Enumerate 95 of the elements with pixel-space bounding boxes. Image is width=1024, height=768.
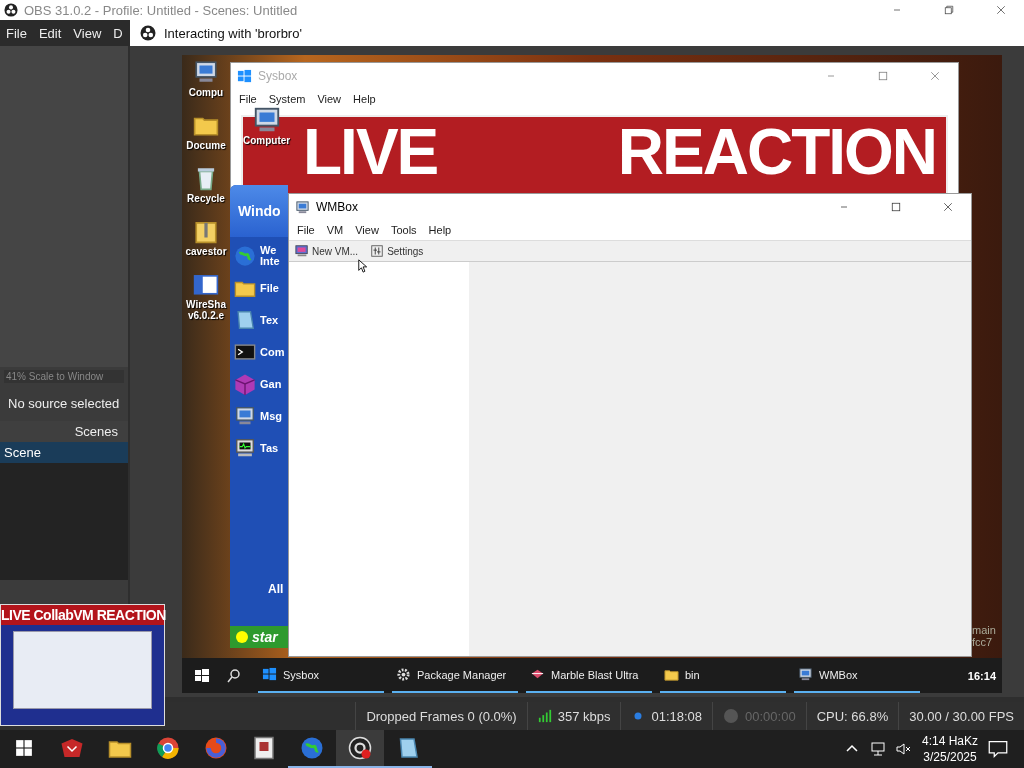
clock-time: 4:14 HaKz bbox=[921, 733, 978, 749]
cube-icon bbox=[234, 373, 256, 395]
menu-item[interactable]: Help bbox=[347, 91, 382, 107]
desktop-icon-label[interactable]: Recycle bbox=[187, 193, 225, 204]
computer-icon bbox=[234, 405, 256, 427]
recorder-icon bbox=[348, 736, 372, 760]
all-programs-link[interactable]: All bbox=[230, 582, 288, 626]
dialog-title: Interacting with 'brorbro' bbox=[164, 25, 302, 41]
menu-item[interactable]: System bbox=[262, 91, 312, 107]
banner-text: REACTION bbox=[617, 117, 936, 187]
menu-item[interactable]: Edit bbox=[32, 25, 68, 41]
close-icon bbox=[929, 70, 941, 82]
window-title: Sysbox bbox=[258, 69, 298, 83]
close-icon bbox=[995, 4, 1007, 16]
windows-logo-icon bbox=[15, 739, 33, 757]
taskbar-item[interactable]: bin bbox=[660, 658, 786, 693]
toolbar-button[interactable]: New VM... bbox=[291, 243, 363, 259]
muted-speaker-icon bbox=[895, 741, 912, 757]
menu-item[interactable]: VM bbox=[320, 222, 350, 238]
menu-item[interactable]: File bbox=[0, 25, 33, 41]
menu-item[interactable]: View bbox=[67, 25, 108, 41]
network-icon bbox=[869, 741, 886, 757]
background-text: fcc7 bbox=[972, 636, 994, 648]
menu-item[interactable]: Tools bbox=[384, 222, 423, 238]
globe-icon bbox=[234, 245, 256, 267]
record-icon bbox=[723, 708, 740, 724]
taskbar-item[interactable]: Package Manager bbox=[392, 658, 518, 693]
window-title: OBS 31.0.2 - Profile: Untitled - Scenes: Untitled bbox=[24, 2, 298, 18]
start-menu-item[interactable]: File bbox=[234, 277, 288, 299]
maximize-icon bbox=[890, 201, 902, 213]
spiral-icon bbox=[204, 736, 228, 760]
monitor-icon bbox=[234, 437, 256, 459]
obs-logo-icon bbox=[140, 25, 156, 41]
desktop-icon-label[interactable]: Computer bbox=[243, 135, 291, 146]
browser-icon bbox=[156, 736, 180, 760]
start-menu-item[interactable]: We Inte bbox=[234, 245, 288, 267]
notification-icon bbox=[988, 739, 1008, 759]
maximize-icon bbox=[877, 70, 889, 82]
archive-icon bbox=[252, 736, 276, 760]
start-menu-header: Windo bbox=[230, 185, 288, 237]
restore-icon bbox=[943, 4, 955, 16]
computer-icon bbox=[193, 59, 219, 85]
menu-item[interactable]: View bbox=[349, 222, 385, 238]
windows-logo-icon bbox=[262, 667, 277, 682]
notepad-icon bbox=[234, 309, 256, 331]
window-title: WMBox bbox=[316, 200, 358, 214]
globe-icon bbox=[300, 736, 324, 760]
menu-item[interactable]: File bbox=[291, 222, 321, 238]
start-menu-item[interactable]: Gan bbox=[234, 373, 288, 395]
menu-item[interactable]: File bbox=[233, 91, 263, 107]
folder-icon bbox=[664, 667, 679, 682]
settings-icon bbox=[370, 244, 385, 258]
taskbar-item[interactable]: Sysbox bbox=[258, 658, 384, 693]
scenes-header: Scenes bbox=[0, 421, 128, 442]
search-icon bbox=[226, 667, 242, 684]
desktop-icon-label[interactable]: cavestor bbox=[185, 246, 227, 257]
background-text: main bbox=[972, 624, 996, 636]
desktop-icon-label[interactable]: WireSha v6.0.2.e bbox=[186, 299, 226, 321]
menu-item[interactable]: D bbox=[107, 25, 129, 41]
taskbar-item[interactable]: WMBox bbox=[794, 658, 920, 693]
search-button[interactable] bbox=[226, 667, 242, 684]
close-icon bbox=[942, 201, 954, 213]
fps-label: 30.00 / 30.00 FPS bbox=[909, 708, 1014, 724]
computer-icon bbox=[295, 199, 310, 215]
toolbar-button[interactable]: Settings bbox=[366, 243, 428, 259]
clock-date: 3/25/2025 bbox=[923, 749, 977, 765]
windows-logo-icon bbox=[194, 667, 210, 684]
new-vm-icon bbox=[295, 244, 309, 258]
start-menu-item[interactable]: Tex bbox=[234, 309, 288, 331]
desktop-icon-label[interactable]: Docume bbox=[186, 140, 226, 151]
start-button[interactable]: star bbox=[230, 626, 288, 648]
cpu-label: CPU: 66.8% bbox=[816, 708, 889, 724]
stream-time-label: 01:18:08 bbox=[651, 708, 703, 724]
terminal-icon bbox=[234, 341, 256, 363]
bitrate-label: 357 kbps bbox=[557, 708, 611, 724]
signal-icon bbox=[537, 709, 552, 723]
computer-icon bbox=[798, 667, 813, 682]
gear-icon bbox=[396, 667, 411, 682]
start-menu-item[interactable]: Msg bbox=[234, 405, 288, 427]
start-button[interactable] bbox=[194, 667, 210, 684]
game-icon bbox=[60, 736, 84, 760]
taskbar-item[interactable]: Marble Blast Ultra bbox=[526, 658, 652, 693]
taskbar-app[interactable] bbox=[336, 730, 384, 768]
dropped-frames-label: Dropped Frames 0 (0.0%) bbox=[366, 708, 517, 724]
obs-logo-icon bbox=[4, 3, 18, 17]
start-menu-item[interactable]: Tas bbox=[234, 437, 288, 459]
windows-logo-icon bbox=[237, 68, 252, 84]
start-menu-item[interactable]: Com bbox=[234, 341, 288, 363]
banner-text: LIVE bbox=[303, 117, 438, 187]
scene-item[interactable]: Scene bbox=[0, 442, 128, 463]
menu-item[interactable]: View bbox=[311, 91, 348, 107]
desktop-icon-label[interactable]: Compu bbox=[188, 87, 224, 98]
scale-dropdown[interactable]: 41% Scale to Window bbox=[4, 370, 124, 383]
menu-item[interactable]: Help bbox=[422, 222, 458, 238]
clock: 16:14 bbox=[967, 669, 996, 682]
